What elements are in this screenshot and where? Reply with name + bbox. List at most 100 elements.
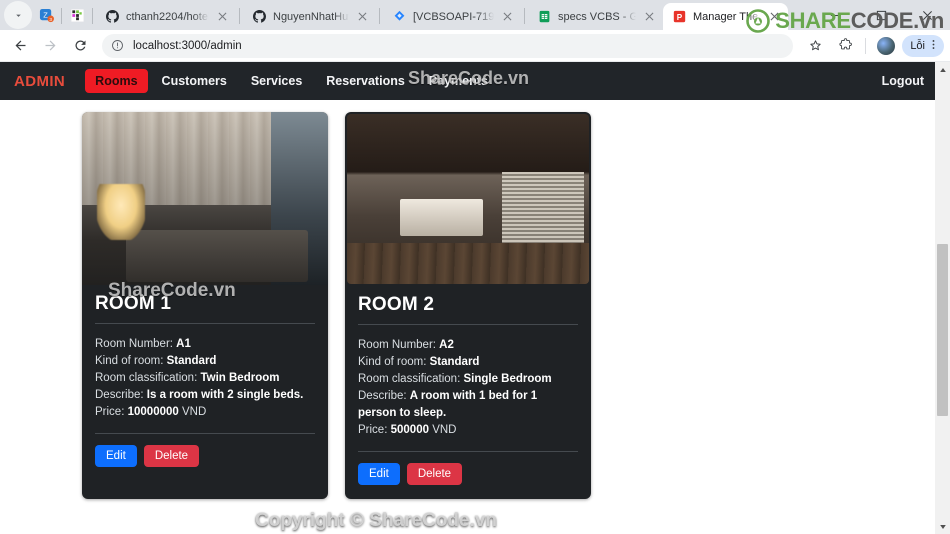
rooms-grid: ROOM 1 Room Number: A1 Kind of room: Sta… bbox=[0, 100, 950, 499]
room-number-label: Room Number: bbox=[95, 338, 173, 350]
plaza-icon: P bbox=[672, 9, 687, 24]
room-classification-value: Twin Bedroom bbox=[200, 372, 280, 384]
watermark-sharecode-logo: SHARECODE.vn bbox=[746, 8, 944, 34]
nav-link-customers[interactable]: Customers bbox=[152, 69, 237, 93]
logout-button[interactable]: Logout bbox=[882, 74, 936, 88]
kind-of-room-label: Kind of room: bbox=[95, 355, 164, 367]
nav-link-payments[interactable]: Payments bbox=[419, 69, 498, 93]
toolbar-right-group: Lỗi bbox=[801, 32, 944, 60]
browser-tab[interactable]: specs VCBS - Google Tra bbox=[528, 3, 663, 30]
scroll-down-icon[interactable] bbox=[935, 519, 950, 534]
info-circle-icon[interactable] bbox=[110, 38, 125, 53]
star-icon[interactable] bbox=[801, 32, 829, 60]
browser-tab[interactable]: NguyenNhatHuynh/Web bbox=[243, 3, 376, 30]
browser-window: Z 3 cthanh2204/hotel-booking bbox=[0, 0, 950, 534]
divider bbox=[95, 433, 315, 434]
admin-navbar: ADMIN Rooms Customers Services Reservati… bbox=[0, 62, 950, 100]
forward-arrow-icon bbox=[36, 32, 64, 60]
room-card[interactable]: ROOM 1 Room Number: A1 Kind of room: Sta… bbox=[82, 112, 328, 499]
room-classification-label: Room classification: bbox=[358, 373, 461, 385]
close-icon[interactable] bbox=[355, 9, 370, 24]
describe-value: Is a room with 2 single beds. bbox=[146, 389, 304, 401]
room-photo bbox=[82, 112, 328, 285]
divider bbox=[865, 37, 867, 54]
room-card[interactable]: ROOM 2 Room Number: A2 Kind of room: Sta… bbox=[345, 112, 591, 499]
zalo-icon[interactable]: Z 3 bbox=[34, 2, 58, 28]
room-photo bbox=[347, 114, 589, 284]
avatar[interactable] bbox=[872, 32, 900, 60]
price-label: Price: bbox=[358, 424, 388, 436]
page-scrollbar[interactable] bbox=[935, 62, 950, 534]
status-badge: Lỗi bbox=[910, 39, 925, 52]
tab-search-chevron-down-icon[interactable] bbox=[4, 1, 32, 29]
describe-field: Describe: A room with 1 bed for 1 person… bbox=[358, 388, 578, 422]
tab-title: NguyenNhatHuynh/Web bbox=[273, 10, 349, 23]
describe-label: Describe: bbox=[358, 390, 407, 402]
nav-link-services[interactable]: Services bbox=[241, 69, 312, 93]
scrollbar-thumb[interactable] bbox=[937, 244, 948, 416]
kind-of-room-value: Standard bbox=[166, 355, 217, 367]
kind-of-room-field: Kind of room: Standard bbox=[358, 354, 578, 371]
browser-toolbar: localhost:3000/admin Lỗi bbox=[0, 30, 950, 62]
address-bar[interactable]: localhost:3000/admin bbox=[102, 33, 794, 58]
kind-of-room-field: Kind of room: Standard bbox=[95, 353, 315, 370]
room-actions: Edit Delete bbox=[358, 463, 578, 485]
room-classification-field: Room classification: Twin Bedroom bbox=[95, 370, 315, 387]
close-icon[interactable] bbox=[500, 9, 515, 24]
room-number-value: A2 bbox=[439, 339, 454, 351]
back-arrow-icon[interactable] bbox=[6, 32, 34, 60]
kind-of-room-value: Standard bbox=[429, 356, 480, 368]
room-number-field: Room Number: A1 bbox=[95, 336, 315, 353]
watermark-share: SHARE bbox=[775, 8, 851, 33]
scroll-up-icon[interactable] bbox=[935, 62, 950, 77]
delete-button[interactable]: Delete bbox=[406, 463, 463, 485]
price-field: Price: 500000 VND bbox=[358, 422, 578, 439]
tab-title: [VCBSOAPI-719] Store Pr bbox=[413, 10, 494, 23]
error-badge-menu[interactable]: Lỗi bbox=[902, 34, 944, 57]
divider bbox=[358, 451, 578, 452]
brand-admin[interactable]: ADMIN bbox=[14, 73, 65, 90]
divider bbox=[95, 323, 315, 324]
reload-icon[interactable] bbox=[66, 32, 94, 60]
room-title: ROOM 1 bbox=[95, 293, 172, 314]
github-icon bbox=[252, 9, 267, 24]
watermark-code: CODE bbox=[850, 8, 914, 33]
divider bbox=[239, 8, 240, 24]
price-currency: VND bbox=[432, 424, 457, 436]
close-icon[interactable] bbox=[642, 9, 657, 24]
svg-text:Z: Z bbox=[43, 10, 48, 19]
room-number-value: A1 bbox=[176, 338, 191, 350]
close-icon[interactable] bbox=[215, 9, 230, 24]
edit-button[interactable]: Edit bbox=[358, 463, 400, 485]
browser-tab[interactable]: [VCBSOAPI-719] Store Pr bbox=[383, 3, 521, 30]
kebab-menu-icon[interactable] bbox=[927, 38, 940, 54]
tab-title: specs VCBS - Google Tra bbox=[558, 10, 636, 23]
room-number-field: Room Number: A2 bbox=[358, 337, 578, 354]
price-field: Price: 10000000 VND bbox=[95, 404, 315, 421]
page-viewport: ADMIN Rooms Customers Services Reservati… bbox=[0, 62, 950, 534]
jira-icon bbox=[392, 9, 407, 24]
delete-button[interactable]: Delete bbox=[143, 445, 200, 467]
nav-link-rooms[interactable]: Rooms bbox=[85, 69, 148, 93]
describe-field: Describe: Is a room with 2 single beds. bbox=[95, 387, 315, 404]
room-classification-label: Room classification: bbox=[95, 372, 198, 384]
describe-label: Describe: bbox=[95, 389, 144, 401]
tab-title: cthanh2204/hotel-booking bbox=[126, 10, 209, 23]
room-card-body: ROOM 2 Room Number: A2 Kind of room: Sta… bbox=[345, 284, 591, 499]
google-sheets-icon bbox=[537, 9, 552, 24]
price-label: Price: bbox=[95, 406, 125, 418]
price-currency: VND bbox=[181, 406, 207, 418]
divider bbox=[358, 324, 578, 325]
room-classification-field: Room classification: Single Bedroom bbox=[358, 371, 578, 388]
puzzle-piece-icon[interactable] bbox=[831, 32, 859, 60]
figma-icon[interactable] bbox=[65, 2, 89, 28]
watermark-vn: .vn bbox=[913, 8, 944, 33]
edit-button[interactable]: Edit bbox=[95, 445, 137, 467]
svg-text:3: 3 bbox=[49, 17, 52, 22]
divider bbox=[379, 8, 380, 24]
browser-tab[interactable]: cthanh2204/hotel-booking bbox=[96, 3, 236, 30]
url-text[interactable]: localhost:3000/admin bbox=[133, 40, 242, 52]
divider bbox=[524, 8, 525, 24]
price-value: 10000000 bbox=[127, 406, 179, 418]
nav-link-reservations[interactable]: Reservations bbox=[316, 69, 415, 93]
